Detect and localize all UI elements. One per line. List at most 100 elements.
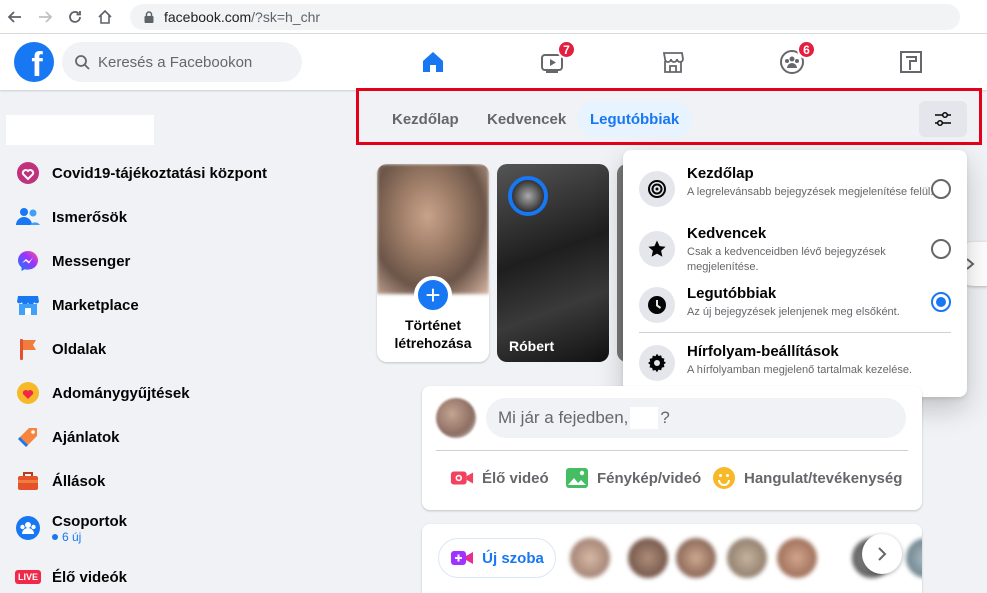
plus-icon: +: [425, 279, 441, 310]
nav-groups[interactable]: 6: [737, 34, 847, 90]
feed-tabs-bar: Kezdőlap Kedvencek Legutóbbiak: [356, 88, 982, 145]
flag-icon: [14, 335, 42, 363]
tab-recent[interactable]: Legutóbbiak: [577, 101, 693, 137]
facebook-logo[interactable]: f: [14, 42, 54, 82]
sidebar-item-pages[interactable]: Oldalak: [8, 327, 288, 371]
marketplace-icon: [14, 291, 42, 319]
sliders-icon: [935, 111, 951, 127]
video-plus-icon: [451, 551, 474, 565]
reload-button[interactable]: [60, 2, 90, 32]
radio-home[interactable]: [931, 179, 951, 199]
sidebar-item-messenger[interactable]: Messenger: [8, 239, 288, 283]
story-photo: [377, 164, 489, 294]
sidebar-item-groups[interactable]: Csoportok 6 új: [8, 503, 288, 553]
browser-home-icon: [98, 9, 112, 24]
clock-icon: [639, 287, 675, 323]
groups-new-count: 6 új: [52, 530, 127, 544]
left-sidebar: Covid19-tájékoztatási központ Ismerősök …: [0, 90, 300, 593]
feed-options-menu: Kezdőlap A legrelevánsabb bejegyzések me…: [623, 150, 967, 397]
sidebar-item-covid[interactable]: Covid19-tájékoztatási központ: [8, 151, 288, 195]
sidebar-item-marketplace[interactable]: Marketplace: [8, 283, 288, 327]
nav-gaming[interactable]: [856, 34, 966, 90]
room-avatar[interactable]: [570, 538, 610, 578]
sidebar-item-friends[interactable]: Ismerősök: [8, 195, 288, 239]
friends-icon: [14, 203, 42, 231]
nav-marketplace[interactable]: [618, 34, 728, 90]
story-friend-name: Róbert: [509, 338, 555, 354]
radio-favorites[interactable]: [931, 239, 951, 259]
facebook-header: f Keresés a Facebookon 7 6: [0, 34, 987, 90]
briefcase-icon: [14, 467, 42, 495]
radio-recent[interactable]: [931, 292, 951, 312]
menu-item-favorites[interactable]: Kedvencek Csak a kedvenceidben lévő beje…: [623, 220, 967, 278]
watch-badge: 7: [557, 40, 576, 59]
url-path: /?sk=h_chr: [251, 8, 321, 25]
sidebar-item-fundraisers[interactable]: Adománygyűjtések: [8, 371, 288, 415]
groups-badge: 6: [797, 40, 816, 59]
add-story-button[interactable]: +: [414, 276, 452, 314]
tab-favorites[interactable]: Kedvencek: [474, 101, 579, 137]
sidebar-item-jobs[interactable]: Állások: [8, 459, 288, 503]
search-icon: [75, 55, 90, 70]
room-avatar[interactable]: [676, 538, 716, 578]
composer-divider: [436, 450, 908, 451]
messenger-icon: [14, 247, 42, 275]
menu-divider: [639, 332, 951, 333]
rooms-next-button[interactable]: [862, 534, 902, 574]
groups-icon: [14, 514, 42, 542]
arrow-right-icon: [39, 10, 53, 23]
friend-story-card[interactable]: Róbert: [497, 164, 609, 362]
avatar[interactable]: [436, 398, 476, 438]
menu-item-recent[interactable]: Legutóbbiak Az új bejegyzések jelenjenek…: [623, 282, 967, 328]
menu-item-feed-settings[interactable]: Hírfolyam-beállítások A hírfolyamban meg…: [623, 340, 967, 386]
reload-icon: [69, 10, 81, 23]
new-dot: [52, 533, 58, 540]
nav-home[interactable]: [378, 34, 488, 90]
photo-video-button[interactable]: Fénykép/videó: [565, 466, 701, 490]
chevron-right-icon: [878, 547, 887, 561]
photo-icon: [565, 466, 589, 490]
offers-tag-icon: [14, 423, 42, 451]
live-video-button[interactable]: Élő videó: [450, 466, 549, 490]
gaming-icon: [900, 51, 922, 73]
home-button[interactable]: [90, 2, 120, 32]
room-avatar[interactable]: [727, 538, 767, 578]
nav-watch[interactable]: 7: [497, 34, 607, 90]
star-icon: [639, 231, 675, 267]
feeling-activity-button[interactable]: Hangulat/tevékenység: [712, 466, 902, 490]
new-room-button[interactable]: Új szoba: [438, 538, 556, 578]
target-icon: [639, 171, 675, 207]
sidebar-item-offers[interactable]: Ajánlatok: [8, 415, 288, 459]
fundraiser-heart-icon: [14, 379, 42, 407]
browser-toolbar: facebook.com/?sk=h_chr: [0, 0, 987, 34]
covid-heart-icon: [14, 159, 42, 187]
menu-item-home[interactable]: Kezdőlap A legrelevánsabb bejegyzések me…: [623, 160, 967, 218]
lock-icon: [144, 10, 154, 23]
home-icon: [423, 52, 443, 72]
create-story-label: Történet létrehozása: [394, 317, 472, 351]
room-avatar[interactable]: [777, 538, 817, 578]
forward-button[interactable]: [30, 2, 60, 32]
live-video-icon: [450, 466, 474, 490]
composer-input[interactable]: Mi jár a fejedben,?: [486, 398, 906, 438]
marketplace-icon: [662, 52, 684, 73]
search-placeholder: Keresés a Facebookon: [98, 53, 253, 71]
arrow-left-icon: [7, 10, 21, 23]
tab-home[interactable]: Kezdőlap: [379, 101, 472, 137]
profile-link-redacted[interactable]: [6, 115, 154, 145]
story-avatar: [508, 176, 548, 216]
back-button[interactable]: [0, 2, 30, 32]
address-bar[interactable]: facebook.com/?sk=h_chr: [130, 3, 960, 30]
feed-filter-button[interactable]: [919, 101, 967, 137]
room-avatar[interactable]: [906, 538, 922, 578]
gear-icon: [639, 345, 675, 381]
create-story-card[interactable]: + Történet létrehozása: [377, 164, 489, 362]
redacted-name: [630, 407, 659, 429]
post-composer: Mi jár a fejedben,? Élő videó Fénykép/vi…: [422, 386, 922, 510]
sidebar-item-live-videos[interactable]: LIVE Élő videók: [8, 555, 288, 593]
feeling-icon: [712, 466, 736, 490]
live-icon: LIVE: [14, 563, 42, 591]
search-input[interactable]: Keresés a Facebookon: [62, 42, 302, 82]
rooms-bar: Új szoba: [422, 524, 922, 593]
room-avatar[interactable]: [628, 538, 668, 578]
